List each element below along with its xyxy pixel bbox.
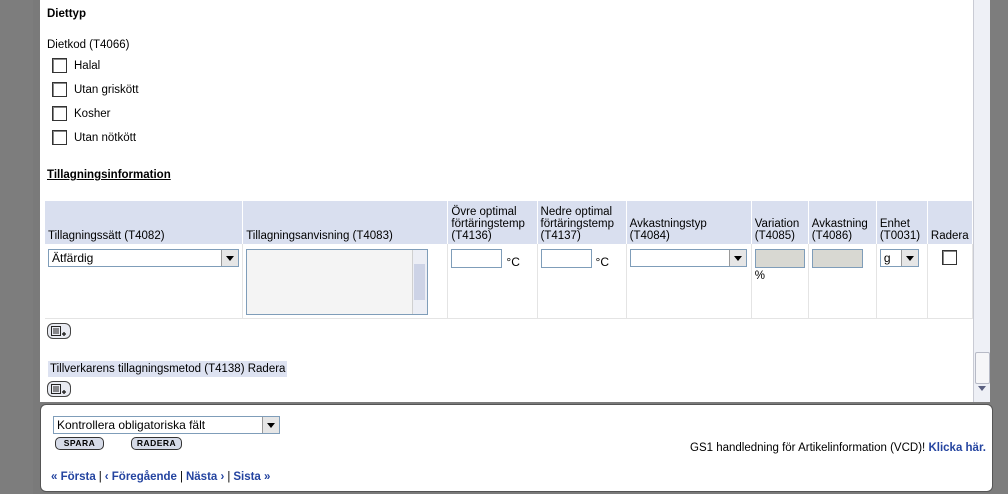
checkbox[interactable]: [52, 130, 67, 145]
checkbox[interactable]: [52, 82, 67, 97]
cell-method: Ätfärdig: [45, 244, 244, 319]
cell-unit: g: [876, 244, 928, 319]
add-row-icon: [51, 384, 66, 394]
diet-option-label: Utan griskött: [74, 84, 139, 96]
add-manufacturer-method-button[interactable]: [47, 381, 71, 397]
max-temp-input[interactable]: [451, 249, 503, 268]
header-instructions: Tillagningsanvisning (T4083): [242, 201, 449, 244]
cell-delete: [927, 244, 973, 319]
method-select[interactable]: Ätfärdig: [48, 249, 239, 267]
manufacturer-method-label: Tillverkarens tillagningsmetod (T4138): [50, 363, 245, 375]
header-yield: Avkastning (T4086): [808, 201, 877, 244]
nav-last-link[interactable]: Sista »: [233, 471, 270, 483]
cell-yield: [808, 244, 877, 319]
save-button[interactable]: SPARA: [55, 437, 104, 450]
min-temp-input[interactable]: [540, 249, 592, 268]
diet-option-label: Kosher: [74, 108, 111, 120]
header-unit: Enhet (T0031): [876, 201, 928, 244]
manufacturer-method-header: Tillverkarens tillagningsmetod (T4138) R…: [48, 361, 288, 377]
scroll-down-icon[interactable]: [978, 386, 986, 391]
chevron-down-icon[interactable]: [728, 250, 746, 266]
unit-select[interactable]: g: [879, 249, 919, 267]
pagination: « Första | ‹ Föregående | Nästa › | Sista »: [51, 471, 271, 483]
scrollbar-thumb[interactable]: [975, 352, 990, 384]
help-link[interactable]: Klicka här.: [928, 442, 986, 454]
help-text-label: GS1 handledning för Artikelinformation (…: [690, 442, 926, 454]
header-method: Tillagningssätt (T4082): [45, 201, 244, 244]
check-mandatory-select-value: Kontrollera obligatoriska fält: [57, 418, 206, 432]
header-min-temp: Nedre optimal förtäringstemp (T4137): [537, 201, 627, 244]
method-select-value: Ätfärdig: [52, 251, 94, 265]
instructions-textarea[interactable]: [246, 249, 429, 315]
cell-max-temp: °C: [447, 244, 538, 319]
delete-button[interactable]: RADERA: [131, 437, 182, 450]
form-scroll-pane: Diettyp Dietkod (T4066) Halal Utan grisk…: [40, 0, 973, 402]
nav-prev-link[interactable]: ‹ Föregående: [105, 471, 177, 483]
chevron-down-icon[interactable]: [221, 250, 238, 266]
cell-instructions: [242, 244, 449, 319]
checkbox[interactable]: [52, 58, 67, 73]
diet-option-label: Utan nötkött: [74, 132, 137, 144]
temp-unit: °C: [506, 255, 520, 269]
cell-yield-type: [626, 244, 752, 319]
add-row-button[interactable]: [47, 323, 71, 339]
chevron-down-icon[interactable]: [262, 417, 279, 433]
add-row-icon: [51, 326, 66, 336]
variation-input[interactable]: [754, 249, 805, 268]
header-max-temp: Övre optimal förtäringstemp (T4136): [447, 201, 538, 244]
diet-section-title: Diettyp: [47, 8, 86, 20]
header-yield-type: Avkastningstyp (T4084): [626, 201, 752, 244]
manufacturer-delete-label: Radera: [247, 363, 286, 375]
nav-first-link[interactable]: « Första: [51, 471, 96, 483]
temp-unit: °C: [595, 255, 609, 269]
yield-input[interactable]: [811, 249, 863, 268]
table-row: Ätfärdig °C °C % g: [45, 244, 973, 319]
left-frame: [0, 0, 33, 494]
cell-variation: %: [751, 244, 809, 319]
vertical-scrollbar[interactable]: [973, 0, 990, 402]
nav-next-link[interactable]: Nästa ›: [186, 471, 224, 483]
checkbox[interactable]: [52, 106, 67, 121]
header-variation: Variation (T4085): [751, 201, 809, 244]
prep-table: Tillagningssätt (T4082) Tillagningsanvis…: [45, 201, 973, 319]
chevron-down-icon[interactable]: [900, 250, 918, 266]
help-text: GS1 handledning för Artikelinformation (…: [690, 442, 986, 454]
diet-option-label: Halal: [74, 60, 101, 72]
textarea-scrollbar[interactable]: [412, 250, 428, 314]
prep-section-title: Tillagningsinformation: [47, 169, 171, 181]
delete-checkbox[interactable]: [942, 250, 958, 265]
diet-code-label: Dietkod (T4066): [47, 39, 130, 51]
unit-select-value: g: [883, 251, 891, 265]
action-panel: Kontrollera obligatoriska fält SPARA RAD…: [40, 404, 993, 492]
header-delete: Radera: [927, 201, 973, 244]
cell-min-temp: °C: [537, 244, 627, 319]
check-mandatory-select[interactable]: Kontrollera obligatoriska fält: [53, 416, 280, 434]
yield-type-select[interactable]: [629, 249, 747, 267]
variation-unit: %: [754, 270, 765, 282]
